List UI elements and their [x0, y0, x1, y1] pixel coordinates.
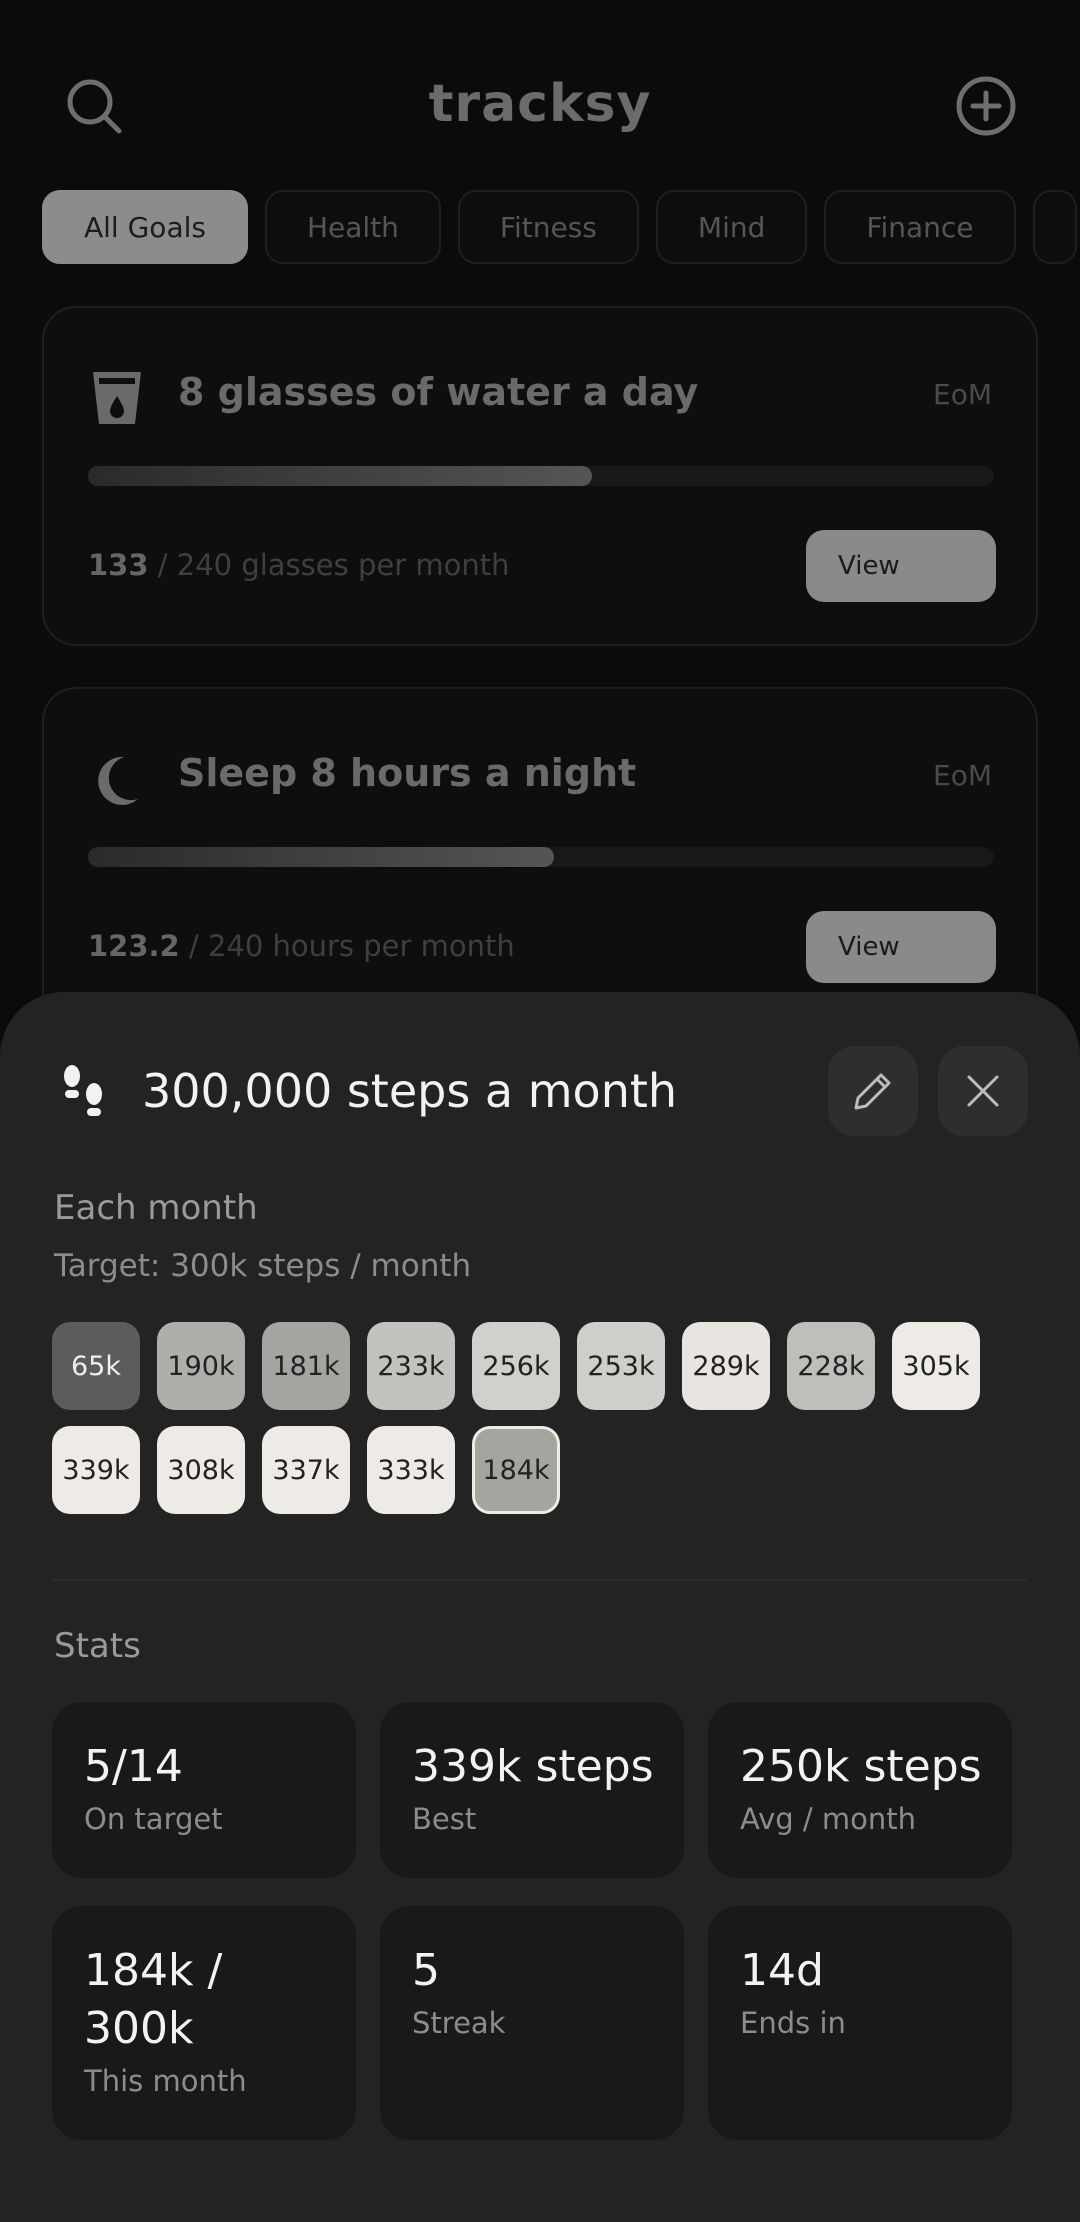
moon-icon	[98, 756, 138, 805]
stat-label: Streak	[412, 2006, 506, 2040]
goal-progress-bar	[88, 466, 994, 486]
goal-progress-text: 133 / 240 glasses per month	[88, 548, 509, 582]
section-title-each-month: Each month	[54, 1188, 258, 1228]
month-tile[interactable]: 337k	[262, 1426, 350, 1514]
stat-value: 5	[412, 1945, 440, 1996]
goal-current-value: 123.2	[88, 929, 180, 963]
stat-label: On target	[84, 1802, 223, 1836]
filter-chip-fitness[interactable]: Fitness	[457, 190, 639, 264]
stat-card: 5 Streak	[380, 1906, 684, 2140]
stat-label: Best	[412, 1802, 477, 1836]
goal-deadline-badge: EoM	[933, 378, 992, 411]
glass-icon	[93, 372, 141, 424]
filter-chips: All Goals Health Fitness Mind Finance	[42, 190, 1077, 264]
section-title-stats: Stats	[54, 1626, 141, 1666]
pencil-icon	[854, 1073, 891, 1110]
stat-card: 5/14 On target	[52, 1702, 356, 1878]
stat-card: 250k steps Avg / month	[708, 1702, 1012, 1878]
month-tile[interactable]: 65k	[52, 1322, 140, 1410]
goal-progress-text: 123.2 / 240 hours per month	[88, 929, 515, 963]
month-tile[interactable]: 228k	[787, 1322, 875, 1410]
month-tile[interactable]: 305k	[892, 1322, 980, 1410]
month-tile[interactable]: 181k	[262, 1322, 350, 1410]
goal-title: 8 glasses of water a day	[178, 370, 699, 414]
close-icon	[967, 1075, 999, 1107]
stat-label: This month	[84, 2064, 247, 2098]
month-tile-current[interactable]: 184k	[472, 1426, 560, 1514]
view-button[interactable]: View	[806, 911, 996, 983]
stats-grid: 5/14 On target 339k steps Best 250k step…	[52, 1702, 1012, 2140]
stat-label: Avg / month	[740, 1802, 917, 1836]
filter-chip-more[interactable]	[1032, 190, 1077, 264]
stat-card: 14d Ends in	[708, 1906, 1012, 2140]
month-tile[interactable]: 339k	[52, 1426, 140, 1514]
app-title: tracksy	[428, 74, 652, 134]
month-tile[interactable]: 308k	[157, 1426, 245, 1514]
filter-chip-mind[interactable]: Mind	[655, 190, 808, 264]
goal-progress-fill	[88, 466, 592, 486]
month-tile[interactable]: 233k	[367, 1322, 455, 1410]
month-tile[interactable]: 256k	[472, 1322, 560, 1410]
month-grid: 65k 190k 181k 233k 256k 253k 289k 228k 305k 339k 3…	[52, 1322, 1052, 1514]
stat-value: 5/14	[84, 1741, 183, 1792]
stat-card: 339k steps Best	[380, 1702, 684, 1878]
goal-progress-fill	[88, 847, 554, 867]
footsteps-icon	[64, 1065, 102, 1116]
stat-value: 184k / 300k	[84, 1945, 223, 2054]
filter-chip-finance[interactable]: Finance	[824, 190, 1016, 264]
goal-detail-sheet: 300,000 steps a month Each month Target:…	[0, 992, 1080, 2222]
stat-value: 339k steps	[412, 1741, 654, 1792]
goal-progress-bar	[88, 847, 994, 867]
goal-card[interactable]: 8 glasses of water a day EoM 133 / 240 g…	[42, 306, 1038, 646]
month-tile[interactable]: 190k	[157, 1322, 245, 1410]
stat-value: 250k steps	[740, 1741, 982, 1792]
filter-chip-health[interactable]: Health	[264, 190, 441, 264]
add-goal-button[interactable]	[948, 68, 1024, 144]
stat-value: 14d	[740, 1945, 824, 1996]
app-screen: tracksy All Goals Health Fitness Mind Fi…	[0, 0, 1080, 2222]
plus-circle-icon	[956, 76, 1016, 136]
goal-title: Sleep 8 hours a night	[178, 751, 637, 795]
goal-deadline-badge: EoM	[933, 759, 992, 792]
sheet-title: 300,000 steps a month	[142, 1064, 678, 1118]
close-button[interactable]	[938, 1046, 1028, 1136]
stat-card: 184k / 300k This month	[52, 1906, 356, 2140]
goal-current-value: 133	[88, 548, 149, 582]
target-text: Target: 300k steps / month	[54, 1248, 472, 1284]
goal-card[interactable]: Sleep 8 hours a night EoM 123.2 / 240 ho…	[42, 687, 1038, 1027]
header: tracksy	[0, 0, 1080, 190]
month-tile[interactable]: 253k	[577, 1322, 665, 1410]
edit-button[interactable]	[828, 1046, 918, 1136]
goal-target-text: / 240 glasses per month	[148, 548, 510, 582]
stat-label: Ends in	[740, 2006, 846, 2040]
divider	[52, 1579, 1026, 1581]
month-tile[interactable]: 333k	[367, 1426, 455, 1514]
goal-target-text: / 240 hours per month	[179, 929, 515, 963]
filter-chip-all-goals[interactable]: All Goals	[42, 190, 248, 264]
view-button[interactable]: View	[806, 530, 996, 602]
month-tile[interactable]: 289k	[682, 1322, 770, 1410]
